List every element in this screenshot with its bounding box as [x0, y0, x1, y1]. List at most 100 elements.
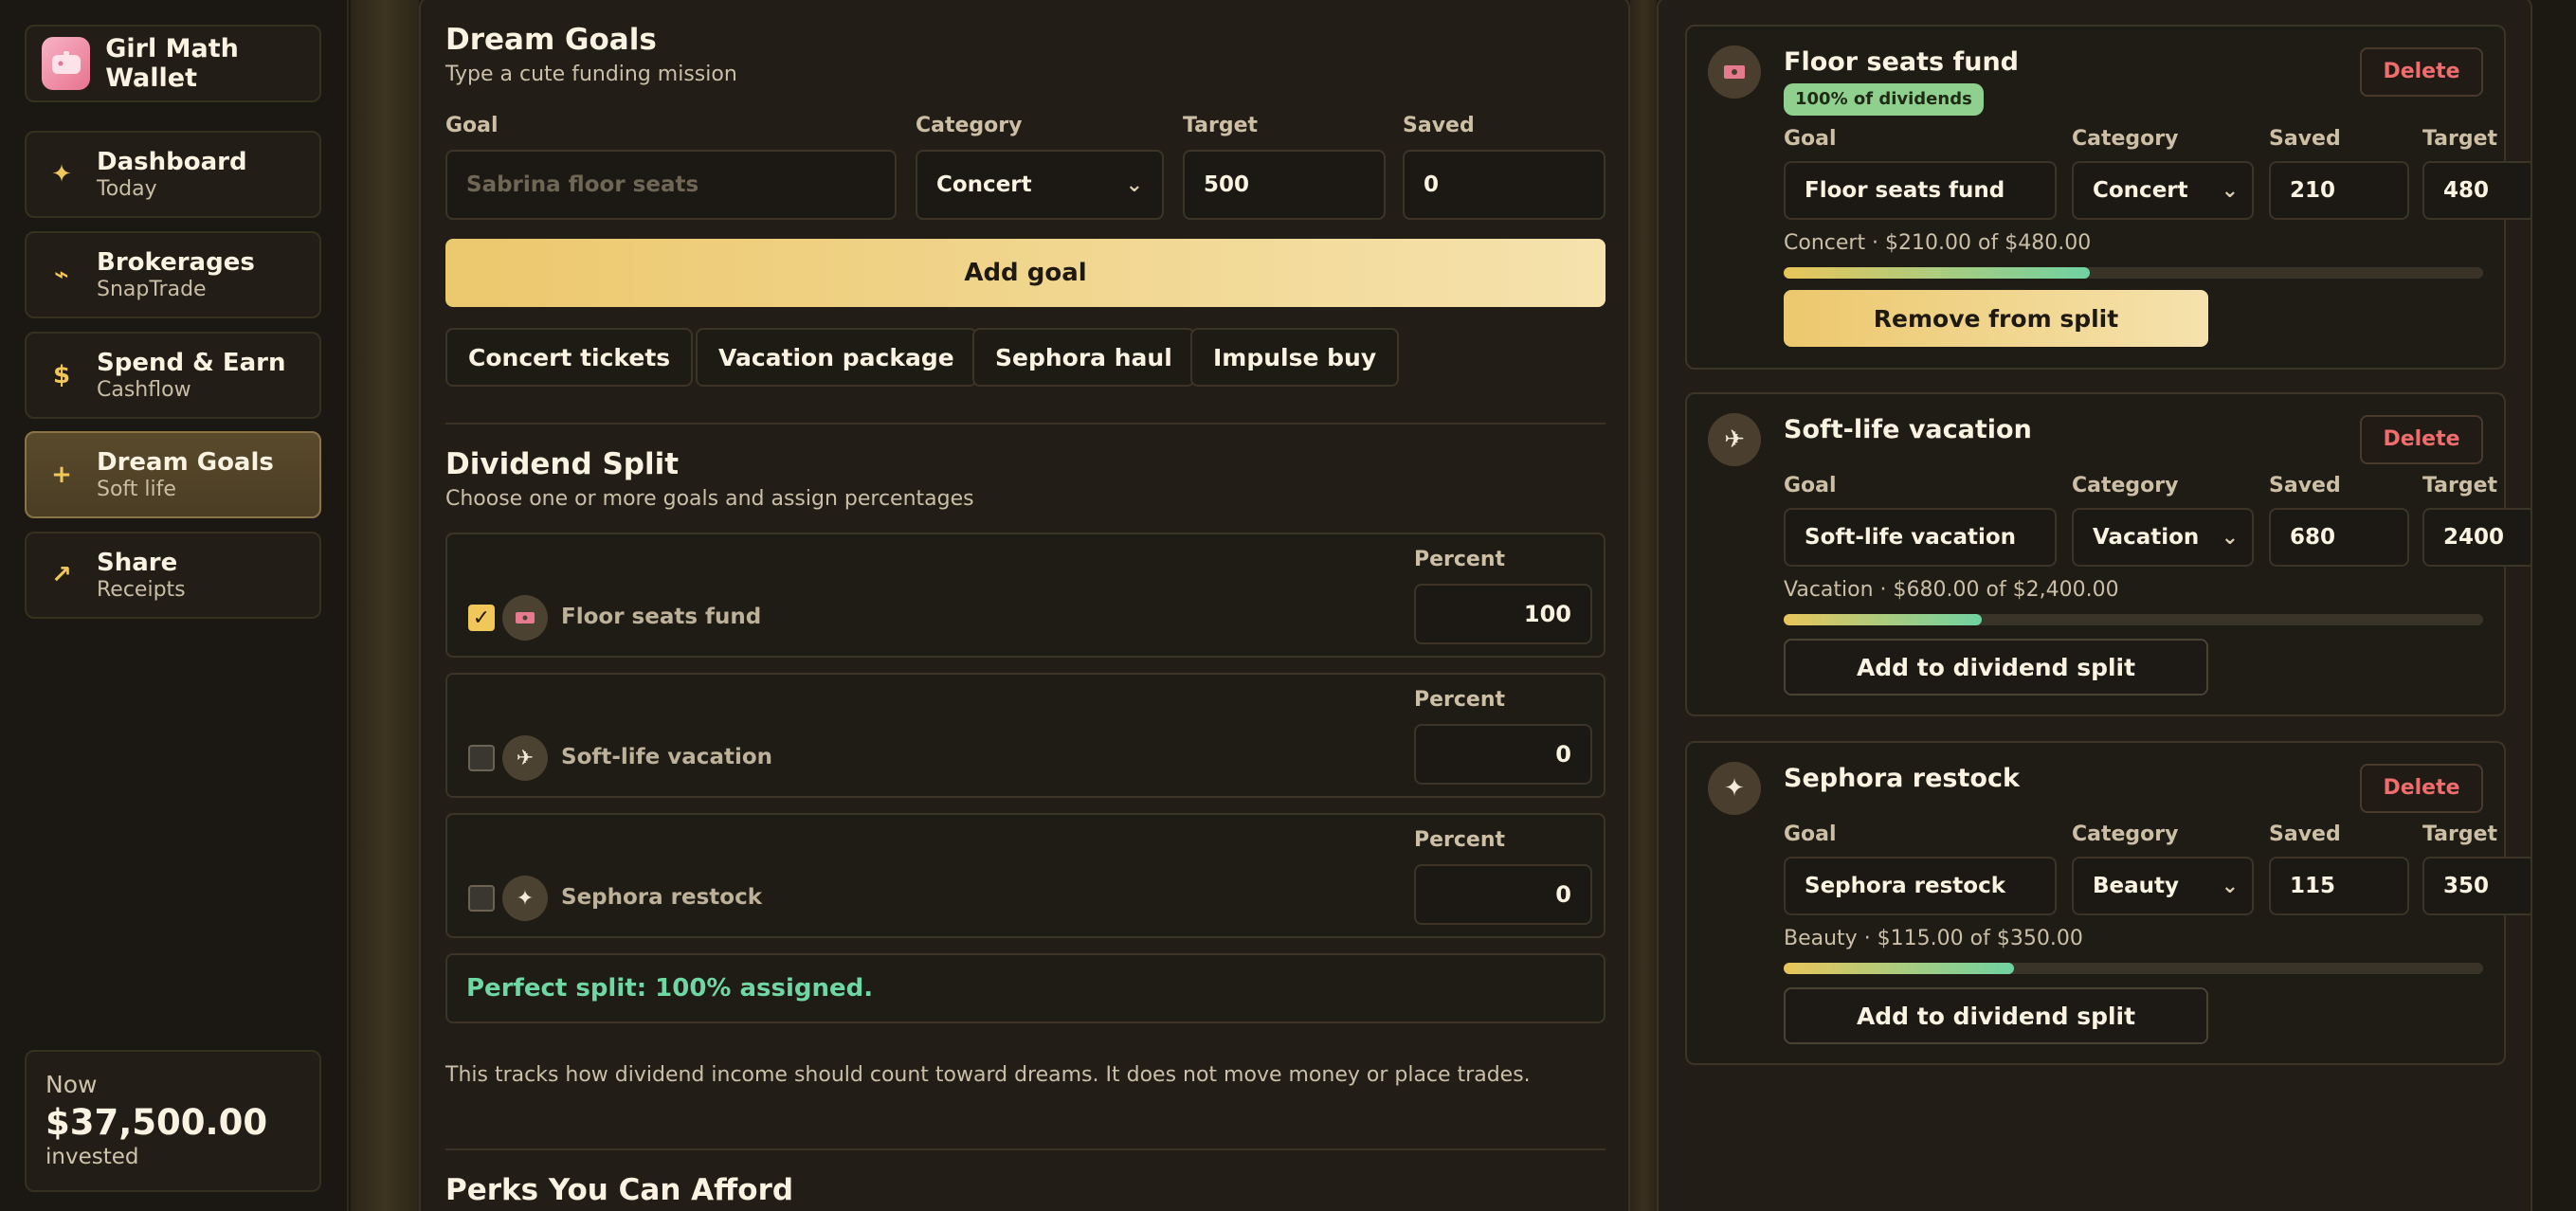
target-input[interactable]: 350	[2422, 857, 2531, 915]
saved-label: Saved	[1403, 114, 1475, 137]
delete-button[interactable]: Delete	[2360, 47, 2483, 97]
invested-label: invested	[45, 1145, 139, 1169]
sidebar-item-sub: Soft life	[97, 478, 176, 501]
add-to-split-button[interactable]: Add to dividend split	[1784, 987, 2208, 1044]
category-label: Category	[2072, 474, 2179, 497]
split-row: ✦ Sephora restock Percent 0	[445, 813, 1605, 938]
brand[interactable]: Girl Math Wallet	[25, 25, 321, 102]
preset-chip[interactable]: Concert tickets	[445, 328, 694, 387]
goal-input[interactable]: Sabrina floor seats	[445, 150, 897, 220]
sidebar-item-sub: SnapTrade	[97, 278, 207, 301]
delete-button[interactable]: Delete	[2360, 764, 2483, 813]
goal-name-input[interactable]: Soft-life vacation	[1784, 508, 2057, 567]
goal-label: Goal	[1784, 474, 1837, 497]
split-checkbox[interactable]: ✓	[468, 605, 495, 631]
category-value: Concert	[936, 172, 1032, 197]
dividend-badge: 100% of dividends	[1784, 83, 1984, 116]
piggy-bank-icon	[42, 37, 91, 90]
goal-name-input[interactable]: Floor seats fund	[1784, 161, 2057, 220]
goal-label: Goal	[1784, 822, 1837, 846]
split-goal-name: Floor seats fund	[561, 605, 762, 629]
airplane-icon: ✈	[1708, 413, 1761, 466]
target-input[interactable]: 2400	[2422, 508, 2531, 567]
section-subtitle: Type a cute funding mission	[445, 63, 737, 86]
goal-name-input[interactable]: Sephora restock	[1784, 857, 2057, 915]
dollar-icon: $	[52, 361, 71, 389]
sidebar-item-dream-goals[interactable]: + Dream Goals Soft life	[25, 431, 321, 518]
sidebar: Girl Math Wallet ✦ Dashboard Today ⌁ Bro…	[0, 0, 349, 1211]
split-row: ✓ Floor seats fund Percent 100	[445, 533, 1605, 658]
saved-input[interactable]: 115	[2269, 857, 2409, 915]
category-label: Category	[916, 114, 1023, 137]
sparkle-icon: ✦	[51, 160, 72, 189]
preset-chip[interactable]: Vacation package	[696, 328, 977, 387]
add-to-split-button[interactable]: Add to dividend split	[1784, 639, 2208, 696]
arrow-up-right-icon: ↗	[51, 561, 72, 589]
preset-chip[interactable]: Sephora haul	[972, 328, 1195, 387]
category-label: Category	[2072, 822, 2179, 846]
target-input[interactable]: 500	[1183, 150, 1386, 220]
sidebar-item-dashboard[interactable]: ✦ Dashboard Today	[25, 131, 321, 218]
sidebar-item-share[interactable]: ↗ Share Receipts	[25, 532, 321, 619]
percent-input[interactable]: 0	[1414, 864, 1592, 925]
split-checkbox[interactable]	[468, 885, 495, 912]
target-label: Target	[2422, 127, 2498, 151]
section-subtitle: Choose one or more goals and assign perc…	[445, 487, 974, 511]
category-select[interactable]: Vacation ⌄	[2072, 508, 2254, 567]
sidebar-item-title: Spend & Earn	[97, 349, 286, 377]
sidebar-item-spend-earn[interactable]: $ Spend & Earn Cashflow	[25, 332, 321, 419]
category-select[interactable]: Beauty ⌄	[2072, 857, 2254, 915]
goal-progress-fill	[1784, 267, 2090, 279]
split-goal-name: Soft-life vacation	[561, 745, 773, 769]
category-select[interactable]: Concert ⌄	[2072, 161, 2254, 220]
saved-input[interactable]: 0	[1403, 150, 1605, 220]
delete-button[interactable]: Delete	[2360, 415, 2483, 464]
airplane-icon: ✈	[502, 735, 548, 781]
preset-chip[interactable]: Impulse buy	[1190, 328, 1400, 387]
target-label: Target	[2422, 474, 2498, 497]
category-select[interactable]: Concert ⌄	[916, 150, 1164, 220]
saved-input[interactable]: 680	[2269, 508, 2409, 567]
ticket-icon	[502, 595, 548, 641]
percent-input[interactable]: 100	[1414, 584, 1592, 644]
goal-card: ✦ Sephora restock Delete Goal Category S…	[1685, 741, 2531, 1065]
category-label: Category	[2072, 127, 2179, 151]
goal-card-title: Floor seats fund	[1784, 47, 2020, 77]
remove-from-split-button[interactable]: Remove from split	[1784, 290, 2208, 347]
split-status: Perfect split: 100% assigned.	[445, 953, 1605, 1023]
goal-card-title: Soft-life vacation	[1784, 415, 2032, 444]
target-label: Target	[1183, 114, 1259, 137]
target-input[interactable]: 480	[2422, 161, 2531, 220]
goal-label: Goal	[1784, 127, 1837, 151]
saved-input[interactable]: 210	[2269, 161, 2409, 220]
saved-label: Saved	[2269, 822, 2341, 846]
goal-cards-panel: Floor seats fund 100% of dividends Delet…	[1657, 0, 2532, 1211]
chevron-down-icon: ⌄	[2221, 178, 2239, 203]
plus-icon: +	[51, 461, 72, 489]
sidebar-item-sub: Receipts	[97, 578, 186, 602]
percent-input[interactable]: 0	[1414, 724, 1592, 785]
goal-card: Floor seats fund 100% of dividends Delet…	[1685, 25, 2531, 370]
section-title: Dream Goals	[445, 23, 657, 57]
category-value: Concert	[2093, 178, 2188, 203]
goal-label: Goal	[445, 114, 499, 137]
sidebar-item-title: Dream Goals	[97, 448, 274, 477]
section-title: Perks You Can Afford	[445, 1173, 794, 1207]
add-goal-button[interactable]: Add goal	[445, 239, 1605, 307]
percent-label: Percent	[1414, 548, 1506, 571]
chevron-down-icon: ⌄	[2221, 874, 2239, 898]
chevron-down-icon: ⌄	[1125, 172, 1143, 197]
goal-progress-text: Beauty · $115.00 of $350.00	[1784, 927, 2083, 950]
category-value: Vacation	[2093, 525, 2200, 550]
sidebar-item-sub: Today	[97, 177, 157, 201]
goal-progress-fill	[1784, 963, 2014, 974]
divider	[445, 1148, 1605, 1150]
invested-summary: Now $37,500.00 invested	[25, 1050, 321, 1192]
saved-label: Saved	[2269, 127, 2341, 151]
sidebar-item-title: Dashboard	[97, 148, 247, 176]
sidebar-item-brokerages[interactable]: ⌁ Brokerages SnapTrade	[25, 231, 321, 318]
split-checkbox[interactable]	[468, 745, 495, 771]
chevron-down-icon: ⌄	[2221, 525, 2239, 550]
invested-now-label: Now	[45, 1071, 98, 1098]
invested-amount: $37,500.00	[45, 1102, 268, 1143]
